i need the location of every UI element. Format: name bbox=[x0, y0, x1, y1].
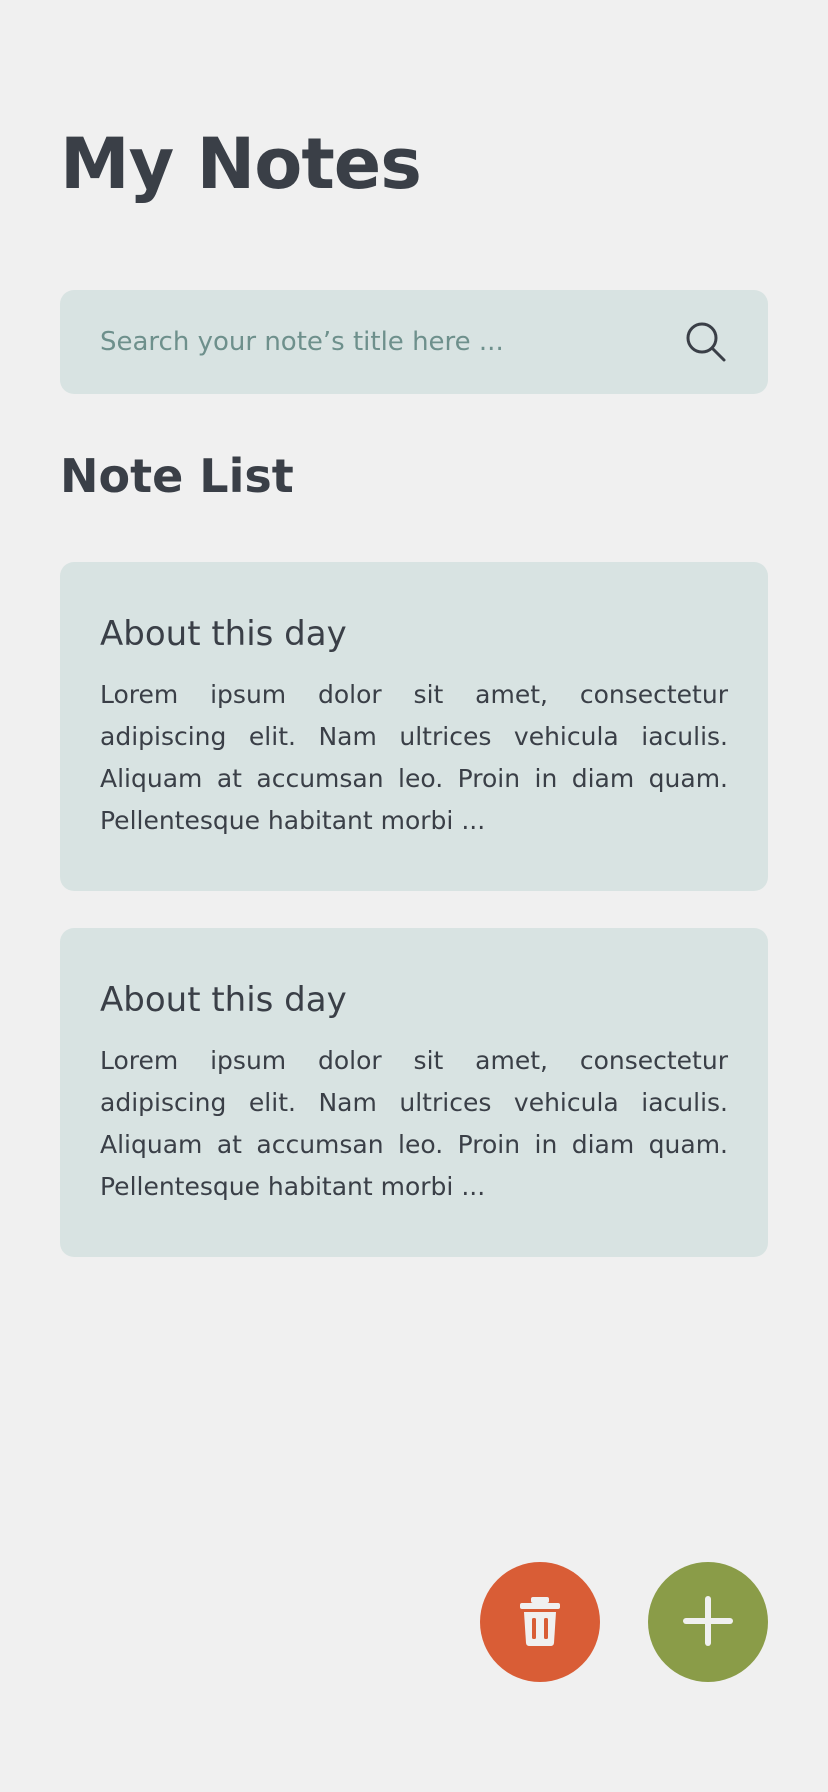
page-title: My Notes bbox=[60, 123, 422, 205]
search-bar bbox=[60, 290, 768, 394]
search-input[interactable] bbox=[100, 327, 684, 357]
delete-button[interactable] bbox=[480, 1562, 600, 1682]
trash-icon bbox=[516, 1595, 564, 1650]
note-card[interactable]: About this day Lorem ipsum dolor sit ame… bbox=[60, 562, 768, 891]
note-title: About this day bbox=[100, 614, 347, 654]
note-card[interactable]: About this day Lorem ipsum dolor sit ame… bbox=[60, 928, 768, 1257]
add-note-button[interactable] bbox=[648, 1562, 768, 1682]
note-list: About this day Lorem ipsum dolor sit ame… bbox=[60, 562, 768, 1294]
note-list-heading: Note List bbox=[60, 449, 294, 503]
note-body: Lorem ipsum dolor sit amet, consectetur … bbox=[100, 680, 728, 835]
note-title: About this day bbox=[100, 980, 347, 1020]
plus-icon bbox=[683, 1595, 733, 1649]
search-icon[interactable] bbox=[684, 320, 728, 364]
note-body: Lorem ipsum dolor sit amet, consectetur … bbox=[100, 1046, 728, 1201]
